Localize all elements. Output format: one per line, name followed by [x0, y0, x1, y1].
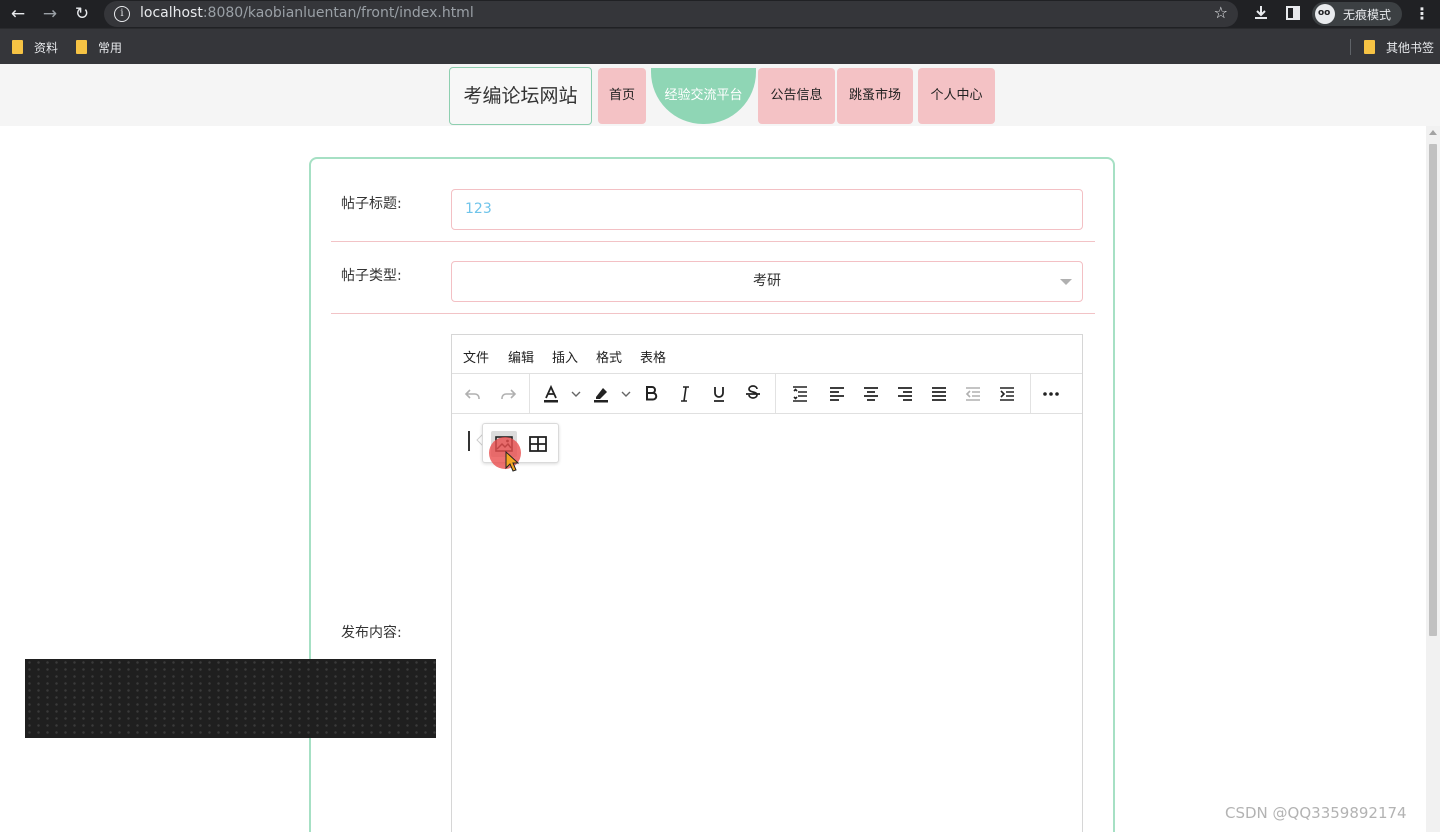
download-icon[interactable]: [1252, 4, 1270, 22]
scroll-up-icon[interactable]: [1429, 130, 1437, 135]
folder-icon: [1364, 40, 1375, 54]
type-select-value: 考研: [753, 273, 781, 289]
indent-icon[interactable]: [995, 382, 1019, 406]
bookmark-folder[interactable]: 资料: [12, 39, 58, 55]
bookmark-label: 其他书签: [1386, 40, 1435, 55]
type-label: 帖子类型:: [341, 268, 402, 284]
highlight-icon[interactable]: [589, 382, 613, 406]
italic-icon[interactable]: [673, 382, 697, 406]
toolbar-divider: [775, 374, 776, 413]
nav-market[interactable]: 跳蚤市场: [837, 68, 913, 124]
bookmark-label: 资料: [34, 40, 59, 55]
toolbar-divider: [1030, 374, 1031, 413]
rich-text-editor[interactable]: 文件 编辑 插入 格式 表格: [451, 334, 1083, 832]
video-overlay: [25, 659, 436, 738]
watermark: CSDN @QQ3359892174: [1225, 804, 1407, 822]
table-icon[interactable]: [525, 431, 551, 457]
strikethrough-icon[interactable]: [741, 382, 765, 406]
folder-icon: [76, 40, 87, 54]
address-bar[interactable]: i localhost:8080/kaobianluentan/front/in…: [104, 1, 1238, 27]
menu-file[interactable]: 文件: [463, 347, 489, 366]
bookmark-folder[interactable]: 常用: [76, 39, 122, 55]
underline-icon[interactable]: [707, 382, 731, 406]
incognito-badge[interactable]: 无痕模式: [1312, 2, 1402, 26]
redo-icon[interactable]: [496, 382, 520, 406]
nav-home[interactable]: 首页: [598, 68, 646, 124]
editor-menubar: 文件 编辑 插入 格式 表格: [452, 335, 1082, 374]
folder-icon: [12, 40, 23, 54]
undo-icon[interactable]: [461, 382, 485, 406]
forward-icon[interactable]: →: [40, 4, 60, 24]
bookmark-star-icon[interactable]: ☆: [1214, 3, 1228, 22]
align-left-icon[interactable]: [825, 382, 849, 406]
nav-personal[interactable]: 个人中心: [918, 68, 995, 124]
row-divider: [331, 313, 1095, 314]
chevron-down-icon: [1060, 279, 1072, 285]
row-divider: [331, 241, 1095, 242]
browser-toolbar: ← → ↻ i localhost:8080/kaobianluentan/fr…: [0, 0, 1440, 28]
align-center-icon[interactable]: [859, 382, 883, 406]
back-icon[interactable]: ←: [8, 4, 28, 24]
nav-notices[interactable]: 公告信息: [758, 68, 835, 124]
menu-format[interactable]: 格式: [596, 347, 622, 366]
scroll-thumb[interactable]: [1429, 144, 1437, 636]
browser-menu-icon[interactable]: ⋮: [1414, 4, 1430, 23]
side-panel-icon[interactable]: [1286, 6, 1300, 20]
more-icon[interactable]: [1039, 382, 1063, 406]
site-info-icon[interactable]: i: [114, 6, 130, 22]
other-bookmarks[interactable]: 其他书签: [1364, 39, 1434, 55]
bookmarks-divider: [1350, 39, 1351, 55]
outdent-icon[interactable]: [961, 382, 985, 406]
title-label: 帖子标题:: [341, 196, 402, 212]
nav-experience[interactable]: 经验交流平台: [651, 68, 756, 124]
text-cursor: [468, 431, 470, 451]
menu-insert[interactable]: 插入: [552, 347, 578, 366]
bookmark-label: 常用: [98, 40, 123, 55]
bookmarks-bar: 资料 常用 其他书签: [0, 28, 1440, 64]
incognito-icon: [1315, 4, 1335, 24]
site-logo[interactable]: 考编论坛网站: [449, 67, 592, 125]
chevron-down-icon[interactable]: [564, 382, 581, 406]
page: 考编论坛网站 首页 经验交流平台 公告信息 跳蚤市场 个人中心 帖子标题: 12…: [0, 64, 1440, 832]
incognito-label: 无痕模式: [1343, 7, 1392, 22]
reload-icon[interactable]: ↻: [72, 4, 92, 24]
toolbar-divider: [529, 374, 530, 413]
site-navbar: 考编论坛网站 首页 经验交流平台 公告信息 跳蚤市场 个人中心: [0, 64, 1440, 126]
justify-icon[interactable]: [927, 382, 951, 406]
type-select[interactable]: 考研: [451, 261, 1083, 302]
menu-table[interactable]: 表格: [640, 347, 666, 366]
line-height-icon[interactable]: [788, 382, 812, 406]
editor-toolbar: [452, 374, 1082, 414]
chevron-down-icon[interactable]: [614, 382, 631, 406]
bold-icon[interactable]: [639, 382, 663, 406]
align-right-icon[interactable]: [893, 382, 917, 406]
mouse-cursor-icon: [505, 451, 519, 472]
editor-body[interactable]: [452, 415, 1082, 832]
menu-edit[interactable]: 编辑: [508, 347, 534, 366]
url-text: localhost:8080/kaobianluentan/front/inde…: [140, 5, 474, 21]
title-input[interactable]: 123: [451, 189, 1083, 230]
text-color-icon[interactable]: [539, 382, 563, 406]
content-label: 发布内容:: [341, 625, 402, 641]
page-scrollbar[interactable]: [1426, 126, 1440, 832]
